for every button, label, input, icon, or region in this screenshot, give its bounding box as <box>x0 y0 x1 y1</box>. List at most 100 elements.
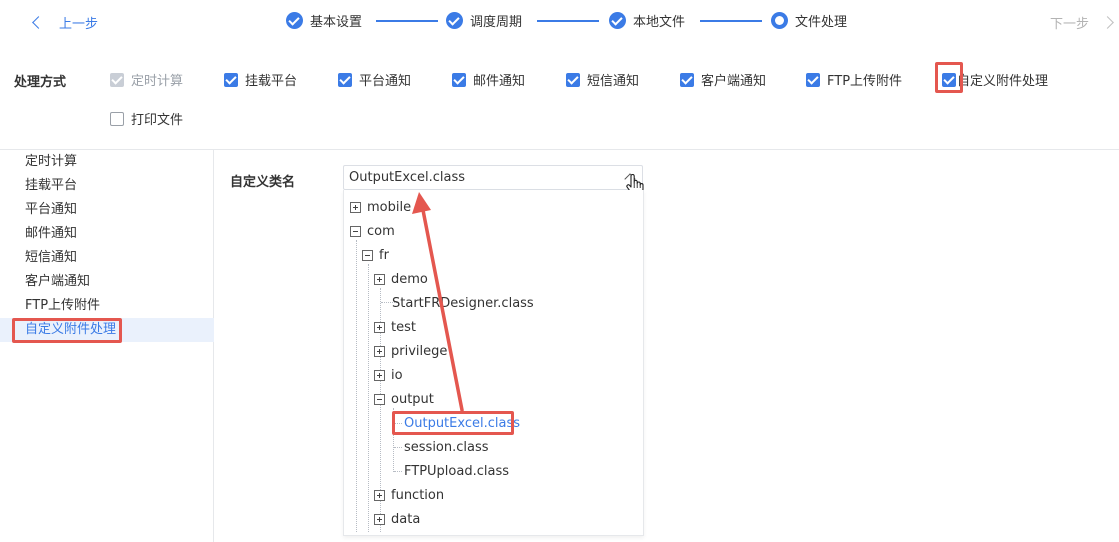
annotation-highlight-box <box>935 62 963 93</box>
step-local-file[interactable]: 本地文件 <box>609 11 685 30</box>
tree-node-label: StartFRDesigner.class <box>392 295 534 311</box>
class-tree-dropdown <box>343 190 644 536</box>
processing-method-label: 处理方式 <box>14 75 67 90</box>
next-step-button[interactable]: 下一步 <box>1050 13 1114 32</box>
prev-step-label: 上一步 <box>59 17 99 32</box>
expand-icon[interactable] <box>374 345 385 357</box>
stepper-bar: 上一步 基本设置 调度周期 本地文件 文件处理 下一步 <box>0 0 1119 44</box>
sidebar-item-mount-platform[interactable]: 挂载平台 <box>0 174 214 198</box>
checkbox-checked-icon <box>680 72 694 87</box>
step-label: 本地文件 <box>633 15 686 30</box>
method-sidebar: 定时计算 挂载平台 平台通知 邮件通知 短信通知 客户端通知 FTP上传附件 自… <box>0 150 214 542</box>
expand-icon[interactable] <box>350 201 361 213</box>
annotation-highlight-box <box>392 411 514 435</box>
method-scheduled-calc-checkbox[interactable]: 定时计算 <box>110 70 183 89</box>
tree-node-label: function <box>391 487 445 503</box>
checkbox-label: 挂载平台 <box>245 74 298 89</box>
step-connector <box>700 20 762 22</box>
collapse-icon[interactable] <box>374 393 385 405</box>
tree-guide-line <box>356 240 357 532</box>
annotation-highlight-box <box>12 318 122 343</box>
sidebar-item-client-notify[interactable]: 客户端通知 <box>0 270 214 294</box>
tree-node-label: com <box>367 223 395 239</box>
tree-guide-line <box>368 264 369 532</box>
method-print-file-checkbox[interactable]: 打印文件 <box>110 109 183 128</box>
step-label: 基本设置 <box>310 15 363 30</box>
tree-node-label: test <box>391 319 416 335</box>
method-platform-notify-checkbox[interactable]: 平台通知 <box>338 70 411 89</box>
step-basic-settings[interactable]: 基本设置 <box>286 11 362 30</box>
method-ftp-upload-checkbox[interactable]: FTP上传附件 <box>806 70 902 89</box>
sidebar-item-scheduled-calc[interactable]: 定时计算 <box>0 150 214 174</box>
checkbox-label: FTP上传附件 <box>827 74 903 89</box>
checkbox-label: 打印文件 <box>131 113 184 128</box>
step-connector <box>376 20 438 22</box>
checkbox-label: 自定义附件处理 <box>957 74 1049 89</box>
tree-node-startfrdesigner[interactable]: StartFRDesigner.class <box>392 294 534 312</box>
step-file-processing[interactable]: 文件处理 <box>771 11 847 30</box>
prev-step-button[interactable]: 上一步 <box>32 13 99 32</box>
method-mount-platform-checkbox[interactable]: 挂载平台 <box>224 70 297 89</box>
tree-node-label: demo <box>391 271 428 287</box>
expand-icon[interactable] <box>374 273 385 285</box>
checkbox-checked-icon <box>224 72 238 87</box>
tree-node-label: io <box>391 367 403 383</box>
tree-node-test[interactable]: test <box>374 318 416 336</box>
tree-node-ftpupload[interactable]: FTPUpload.class <box>404 462 509 480</box>
custom-class-select[interactable]: OutputExcel.class <box>343 165 643 190</box>
tree-node-function[interactable]: function <box>374 486 444 504</box>
sidebar-item-sms-notify[interactable]: 短信通知 <box>0 246 214 270</box>
checkbox-label: 邮件通知 <box>473 74 526 89</box>
check-circle-icon <box>446 12 463 29</box>
method-sms-notify-checkbox[interactable]: 短信通知 <box>566 70 639 89</box>
tree-guide-line <box>394 447 402 448</box>
checkbox-checked-icon <box>338 72 352 87</box>
custom-class-name-label: 自定义类名 <box>230 175 296 190</box>
checkbox-label: 定时计算 <box>131 74 184 89</box>
checkbox-unchecked-icon <box>110 111 124 126</box>
method-client-notify-checkbox[interactable]: 客户端通知 <box>680 70 766 89</box>
checkbox-checked-disabled-icon <box>110 72 124 87</box>
tree-node-session[interactable]: session.class <box>404 438 489 456</box>
sidebar-item-ftp-upload[interactable]: FTP上传附件 <box>0 294 214 318</box>
checkbox-label: 平台通知 <box>359 74 412 89</box>
tree-node-demo[interactable]: demo <box>374 270 428 288</box>
checkbox-label: 客户端通知 <box>701 74 767 89</box>
step-label: 调度周期 <box>470 15 523 30</box>
sidebar-item-platform-notify[interactable]: 平台通知 <box>0 198 214 222</box>
tree-node-fr[interactable]: fr <box>362 246 389 264</box>
step-label: 文件处理 <box>795 15 848 30</box>
chevron-left-icon <box>32 16 45 29</box>
tree-node-label: mobile <box>367 199 412 215</box>
checkbox-checked-icon <box>452 72 466 87</box>
sidebar-item-email-notify[interactable]: 邮件通知 <box>0 222 214 246</box>
expand-icon[interactable] <box>374 321 385 333</box>
select-value: OutputExcel.class <box>349 170 465 185</box>
check-circle-icon <box>609 12 626 29</box>
tree-node-com[interactable]: com <box>350 222 395 240</box>
current-step-icon <box>771 12 788 29</box>
expand-icon[interactable] <box>374 513 385 525</box>
tree-node-io[interactable]: io <box>374 366 403 384</box>
tree-node-label: privilege <box>391 343 448 359</box>
expand-icon[interactable] <box>374 489 385 501</box>
step-connector <box>537 20 599 22</box>
tree-node-output[interactable]: output <box>374 390 434 408</box>
tree-node-label: FTPUpload.class <box>404 463 509 479</box>
tree-node-label: data <box>391 511 421 527</box>
expand-icon[interactable] <box>374 369 385 381</box>
checkbox-checked-icon <box>806 72 820 87</box>
tree-node-label: fr <box>379 247 389 263</box>
tree-node-privilege[interactable]: privilege <box>374 342 447 360</box>
checkbox-label: 短信通知 <box>587 74 640 89</box>
step-schedule-cycle[interactable]: 调度周期 <box>446 11 522 30</box>
collapse-icon[interactable] <box>350 225 361 237</box>
method-email-notify-checkbox[interactable]: 邮件通知 <box>452 70 525 89</box>
tree-node-mobile[interactable]: mobile <box>350 198 411 216</box>
tree-node-data[interactable]: data <box>374 510 420 528</box>
check-circle-icon <box>286 12 303 29</box>
collapse-icon[interactable] <box>362 249 373 261</box>
checkbox-checked-icon <box>566 72 580 87</box>
tree-node-label: output <box>391 391 434 407</box>
tree-guide-line <box>394 471 402 472</box>
